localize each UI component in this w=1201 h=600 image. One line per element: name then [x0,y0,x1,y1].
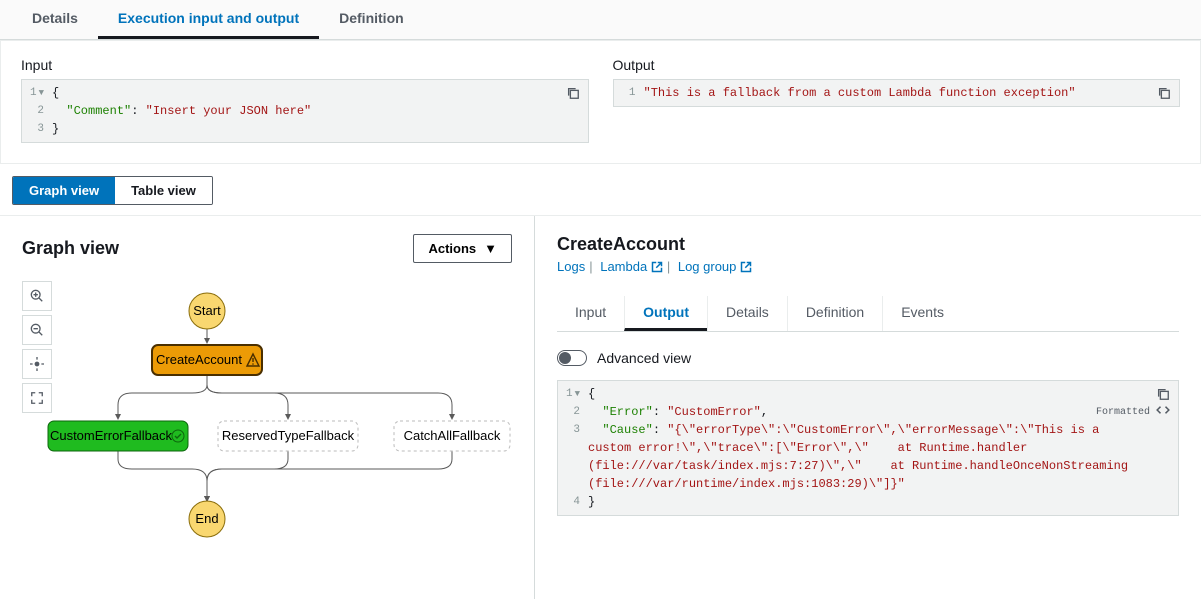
graph-view-button[interactable]: Graph view [13,177,115,204]
node-reserved-type-fallback[interactable]: ReservedTypeFallback [218,421,358,451]
actions-label: Actions [428,241,476,256]
detail-title: CreateAccount [557,234,1179,255]
code-line: 2 "Error": "CustomError", [558,403,1178,421]
advanced-toggle[interactable] [557,350,587,366]
detail-pane: CreateAccount Logs| Lambda | Log group I… [535,216,1201,599]
detail-output-code: Formatted 1▼{2 "Error": "CustomError",3 … [557,380,1179,516]
caret-down-icon: ▼ [484,241,497,256]
tab-details[interactable]: Details [707,296,787,331]
copy-icon[interactable] [1157,86,1171,104]
detail-tabs: Input Output Details Definition Events [557,296,1179,332]
svg-text:CreateAccount: CreateAccount [156,352,242,367]
code-line: 1"This is a fallback from a custom Lambd… [614,84,1180,102]
external-link-icon [740,261,752,276]
actions-button[interactable]: Actions ▼ [413,234,512,263]
view-toggle: Graph view Table view [12,176,213,205]
tab-output[interactable]: Output [624,296,707,331]
svg-text:ReservedTypeFallback: ReservedTypeFallback [222,428,355,443]
svg-text:CatchAllFallback: CatchAllFallback [404,428,501,443]
graph-pane: Graph view Actions ▼ [0,216,535,599]
svg-text:Start: Start [193,303,221,318]
graph-area: Start CreateAccount CustomErrorFallback … [22,281,512,581]
input-code: 1▼{2 "Comment": "Insert your JSON here"3… [21,79,589,143]
io-panel: Input 1▼{2 "Comment": "Insert your JSON … [0,40,1201,164]
advanced-row: Advanced view [557,350,1179,366]
node-catch-all-fallback[interactable]: CatchAllFallback [394,421,510,451]
split-pane: Graph view Actions ▼ [0,215,1201,599]
code-line: 4} [558,493,1178,511]
detail-links: Logs| Lambda | Log group [557,259,1179,276]
lambda-link[interactable]: Lambda [600,259,663,274]
code-line: 3} [22,120,588,138]
node-create-account[interactable]: CreateAccount [152,345,262,375]
code-line: 1▼{ [22,84,588,102]
tab-events[interactable]: Events [882,296,962,331]
node-start[interactable]: Start [189,293,225,329]
advanced-label: Advanced view [597,350,691,366]
tab-details[interactable]: Details [12,0,98,39]
svg-text:End: End [195,511,218,526]
input-label: Input [21,57,589,73]
code-line: 1▼{ [558,385,1178,403]
tab-definition[interactable]: Definition [787,296,882,331]
table-view-button[interactable]: Table view [115,177,212,204]
code-line: 3 "Cause": "{\"errorType\":\"CustomError… [558,421,1178,493]
tab-definition[interactable]: Definition [319,0,424,39]
logs-link[interactable]: Logs [557,259,585,274]
graph-title: Graph view [22,238,119,259]
output-label: Output [613,57,1181,73]
top-tabs: Details Execution input and output Defin… [0,0,1201,40]
tab-execution-io[interactable]: Execution input and output [98,0,319,39]
copy-icon[interactable] [1156,387,1170,405]
svg-text:CustomErrorFallback: CustomErrorFallback [50,428,173,443]
external-link-icon [651,261,663,276]
node-end[interactable]: End [189,501,225,537]
tab-input[interactable]: Input [557,296,624,331]
format-icon[interactable]: Formatted [1096,405,1170,418]
code-line: 2 "Comment": "Insert your JSON here" [22,102,588,120]
output-code: 1"This is a fallback from a custom Lambd… [613,79,1181,107]
log-group-link[interactable]: Log group [678,259,752,274]
copy-icon[interactable] [566,86,580,104]
node-custom-error-fallback[interactable]: CustomErrorFallback [48,421,188,451]
workflow-graph: Start CreateAccount CustomErrorFallback … [22,281,512,581]
